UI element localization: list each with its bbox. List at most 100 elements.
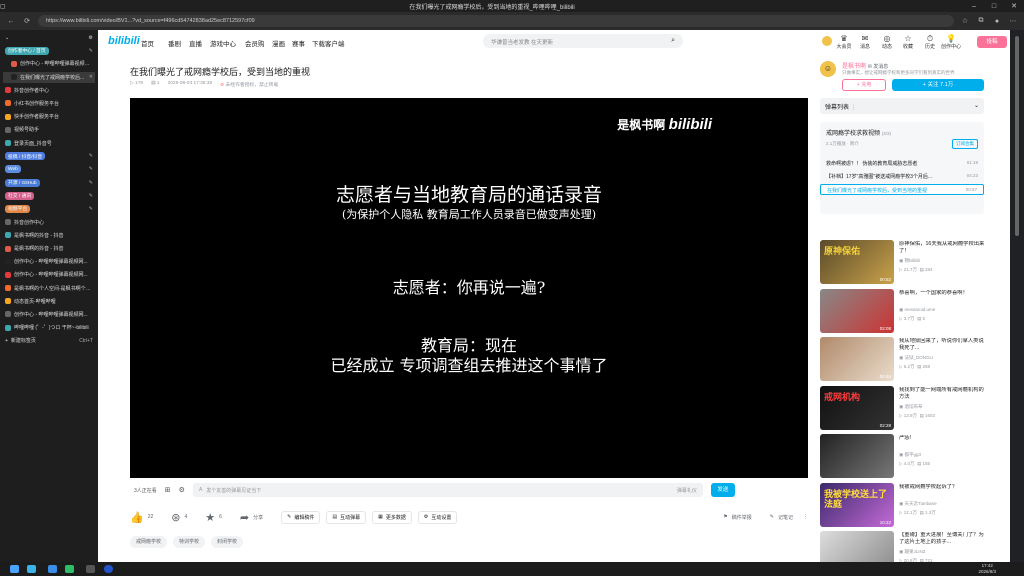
nav-item[interactable]: 下载客户端	[312, 38, 345, 48]
settings-icon[interactable]: ⚙	[89, 35, 93, 41]
sidebar-tab[interactable]: 创作中心 - 哔哩哔哩弹幕视频网...	[3, 256, 95, 267]
creator-action-button[interactable]: ▦ 更多数据	[372, 510, 412, 524]
header-message-button[interactable]: ✉ 消息	[855, 34, 875, 50]
profile-icon[interactable]: ●	[992, 18, 1002, 25]
minimize-button[interactable]: –	[964, 3, 984, 10]
video-thumbnail[interactable]: 戒网机构 02:28	[820, 385, 894, 430]
text-style-icon[interactable]: A	[199, 487, 202, 493]
search-icon[interactable]: ⌕	[671, 37, 675, 45]
charge-button[interactable]: ⚡ 充电	[842, 79, 886, 91]
recommend-title[interactable]: 我找到了能一网端所有戒网瘾机构的方法	[899, 387, 989, 401]
tab-group[interactable]: 创作者中心 / 首页 ✎	[3, 45, 95, 56]
like-button[interactable]: 👍 22	[130, 511, 153, 524]
recommend-title[interactable]: 我从地狱回来了，听说你们拿人类说我死了...	[899, 338, 989, 352]
sidebar-tab[interactable]: 抖音创作者中心	[3, 85, 95, 96]
sidebar-tab[interactable]: 哔哩哔哩 (゜-゜)つロ 干杯~-bilibili	[3, 322, 95, 333]
nav-item[interactable]: 直播	[189, 38, 202, 48]
back-icon[interactable]: ←	[6, 18, 16, 25]
sidebar-tab[interactable]: 创作中心 - 哔哩哔哩弹幕视频网...	[3, 58, 95, 69]
recommend-card[interactable]: 00:40 我从地狱回来了，听说你们拿人类说我死了... ▣ 法狱_DONGLI ▷ …	[820, 337, 1000, 383]
tab-group[interactable]: 社交 / 通讯 ✎	[3, 190, 95, 201]
sidebar-tab[interactable]: 在我们曝光了戒网瘾学校后... ✕	[3, 71, 95, 83]
sidebar-tab[interactable]: 小红书创作服务平台	[3, 98, 95, 109]
extensions-icon[interactable]: ⧉	[976, 17, 986, 25]
favorite-button[interactable]: ★ 6	[205, 511, 222, 524]
recommend-title[interactable]: 原神保佑，16天我从戒网瘾学校出来了！	[899, 241, 989, 255]
follow-button[interactable]: + 关注 7.1万	[892, 79, 984, 91]
page-scrollbar[interactable]	[1010, 30, 1024, 562]
danmaku-settings-icon[interactable]: ⚙	[179, 486, 185, 494]
user-avatar[interactable]	[822, 36, 832, 46]
recommend-card[interactable]: 戒网机构 02:28 我找到了能一网端所有戒网瘾机构的方法 ▣ 酒馆布布 ▷ 13.9万…	[820, 385, 1000, 432]
chevron-down-icon[interactable]: ⌄	[5, 35, 9, 41]
danmaku-list-header[interactable]: 弹幕列表 ⋮ ⌄	[820, 98, 984, 114]
avatar[interactable]: ☺	[820, 61, 836, 77]
danmaku-input[interactable]: A 发个友善的弹幕见证当下 弹幕礼仪	[192, 483, 703, 497]
new-tab-button[interactable]: + 新建标签页 Ctrl+T	[3, 335, 95, 346]
tab-group[interactable]: Web ✎	[3, 164, 95, 175]
address-bar[interactable]: https://www.bilibili.com/video/BV1...?vd…	[38, 15, 954, 27]
sidebar-tab[interactable]: 动态首页-哔哩哔哩	[3, 296, 95, 307]
recommend-card[interactable]: 严惩! ▣ 都平gg3 ▷ 4.0万 ▤ 155	[820, 434, 1000, 480]
edit-icon[interactable]: ✎	[89, 48, 93, 54]
recommend-title[interactable]: 【重磅】重大进展！至博关门了？为了这片土地上的孩子...	[899, 532, 989, 546]
tab-group[interactable]: 开源 / GitHub ✎	[3, 177, 95, 188]
sidebar-tab[interactable]: 视频号助手	[3, 124, 95, 135]
recommend-card[interactable]: 原神保佑 00:52 原神保佑，16天我从戒网瘾学校出来了！ ▣ 锦bilibili ▷…	[820, 240, 1000, 286]
edit-icon[interactable]: ✎	[89, 206, 93, 212]
sidebar-tab[interactable]: 快手创作者服务平台	[3, 111, 95, 122]
search-input[interactable]: 华谦曾当老发教 在天更新 ⌕	[483, 34, 683, 48]
video-tag[interactable]: 戒网瘾学校	[130, 536, 168, 548]
nav-item[interactable]: 会员购	[245, 38, 265, 48]
collection-item[interactable]: 【补档】17岁"高雅图"被送戒网瘾学校3个月后... 04:23	[820, 171, 984, 182]
send-danmaku-button[interactable]: 发送	[710, 483, 735, 497]
danmaku-toggle-icon[interactable]: ⊞	[165, 486, 171, 494]
wechat-icon[interactable]	[65, 565, 74, 573]
edit-icon[interactable]: ✎	[89, 153, 93, 159]
nav-item[interactable]: 漫画	[272, 38, 285, 48]
recommend-title[interactable]: 我被戒网瘾学校起诉了？	[899, 484, 989, 491]
header-vip-button[interactable]: ♛ 大会员	[834, 34, 854, 50]
edge-icon[interactable]	[48, 565, 57, 573]
edit-icon[interactable]: ✎	[89, 193, 93, 199]
edit-icon[interactable]: ✎	[89, 180, 93, 186]
nav-item[interactable]: 游戏中心	[210, 38, 236, 48]
more-menu-icon[interactable]: ⋯	[1008, 17, 1018, 25]
browser-icon[interactable]	[27, 565, 36, 573]
clock[interactable]: 17:42 2026/8/3	[978, 563, 996, 575]
sidebar-tab[interactable]: 是枫书啊的抖音 - 抖音	[3, 230, 95, 241]
creator-action-button[interactable]: ⚙ 互动设置	[417, 510, 458, 524]
sidebar-tab[interactable]: 抖音创作中心	[3, 217, 95, 228]
app-k-icon[interactable]	[104, 565, 113, 573]
reload-icon[interactable]: ⟳	[22, 17, 32, 25]
creator-action-button[interactable]: ✎ 编辑稿件	[281, 510, 321, 524]
nav-item[interactable]: 番剧	[168, 38, 181, 48]
recommend-card[interactable]: 02:08 恭喜啊，一个国家的恭喜啊！ ▣ messaroid.ume ▷ 3.7万 …	[820, 288, 1000, 335]
uploader-name[interactable]: 是枫书啊 ✉ 发消息	[842, 61, 888, 70]
close-tab-icon[interactable]: ✕	[89, 74, 93, 80]
sidebar-tab[interactable]: 是枫书啊的个人空间-是枫书啊个人...	[3, 283, 95, 294]
sidebar-tab[interactable]: 登录页面_抖音号	[3, 138, 95, 149]
more-icon[interactable]: ⋮	[803, 514, 808, 520]
sidebar-tab[interactable]: 创作中心 - 哔哩哔哩弹幕视频网...	[3, 309, 95, 320]
video-thumbnail[interactable]: 01:34	[820, 531, 894, 562]
nav-item[interactable]: 首页	[141, 38, 154, 48]
header-star-button[interactable]: ☆ 收藏	[898, 34, 918, 50]
tab-group[interactable]: 投稿 / 抖音/抖音 ✎	[3, 151, 95, 162]
file-explorer-icon[interactable]	[86, 565, 95, 573]
creator-action-button[interactable]: ▤ 互动弹幕	[326, 510, 367, 524]
start-icon[interactable]	[10, 565, 19, 573]
share-button[interactable]: ➦ 分享	[240, 511, 263, 524]
star-bookmark-icon[interactable]: ☆	[960, 17, 970, 25]
video-tag[interactable]: 特训学校	[173, 536, 206, 548]
collection-item[interactable]: 在我们曝光了戒网瘾学校后，受到当地的重视 00:57	[820, 184, 984, 195]
maximize-button[interactable]: □	[984, 3, 1004, 10]
video-thumbnail[interactable]: 02:08	[820, 288, 894, 333]
video-thumbnail[interactable]: 我被学校送上了法庭 10:22	[820, 482, 894, 527]
video-tag[interactable]: 封闭学校	[211, 536, 244, 548]
coin-button[interactable]: ⊛ 4	[171, 511, 187, 524]
danmaku-etiquette[interactable]: 弹幕礼仪	[677, 487, 697, 494]
close-window-button[interactable]: ✕	[1004, 2, 1024, 10]
nav-item[interactable]: 赛事	[292, 38, 305, 48]
edit-icon[interactable]: ✎	[89, 166, 93, 172]
